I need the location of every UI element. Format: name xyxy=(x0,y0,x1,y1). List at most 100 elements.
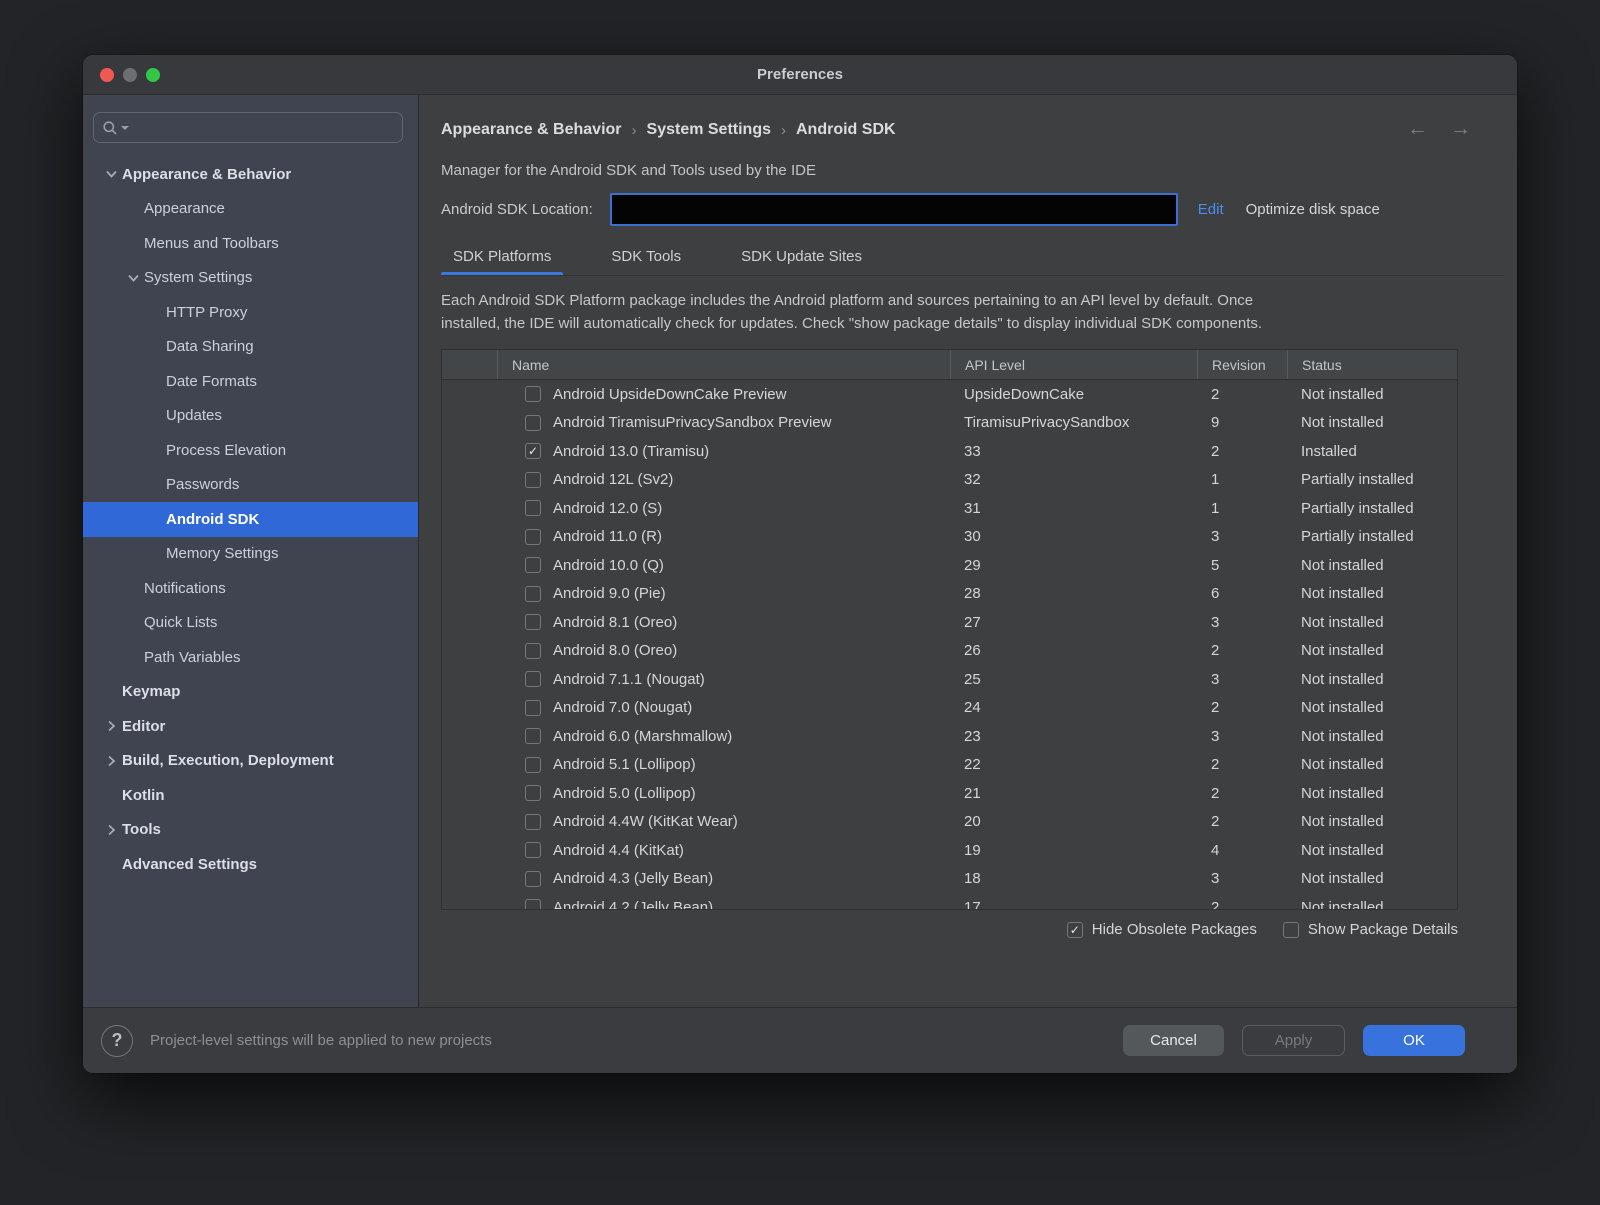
column-header-api-level[interactable]: API Level xyxy=(950,350,1197,379)
package-api-level: 31 xyxy=(950,500,1197,517)
option-show-package-details[interactable]: Show Package Details xyxy=(1283,921,1458,938)
package-checkbox[interactable] xyxy=(525,842,541,858)
tab-sdk-platforms[interactable]: SDK Platforms xyxy=(441,242,563,275)
table-row[interactable]: Android 6.0 (Marshmallow) 23 3 Not insta… xyxy=(442,722,1457,751)
sidebar-item-kotlin[interactable]: Kotlin xyxy=(83,778,418,813)
sidebar-item-passwords[interactable]: Passwords xyxy=(83,468,418,503)
table-row[interactable]: Android 4.4 (KitKat) 19 4 Not installed xyxy=(442,836,1457,865)
table-row[interactable]: Android 7.0 (Nougat) 24 2 Not installed xyxy=(442,694,1457,723)
package-checkbox[interactable] xyxy=(525,899,541,910)
table-row[interactable]: Android 11.0 (R) 30 3 Partially installe… xyxy=(442,523,1457,552)
tab-sdk-tools[interactable]: SDK Tools xyxy=(599,242,693,275)
package-checkbox[interactable] xyxy=(525,785,541,801)
sidebar-item-android-sdk[interactable]: Android SDK xyxy=(83,502,418,537)
package-checkbox[interactable] xyxy=(525,871,541,887)
sidebar-item-advanced-settings[interactable]: Advanced Settings xyxy=(83,847,418,882)
package-checkbox[interactable] xyxy=(525,614,541,630)
breadcrumb-item-appearance-behavior[interactable]: Appearance & Behavior xyxy=(441,121,622,139)
sidebar-item-keymap[interactable]: Keymap xyxy=(83,675,418,710)
search-options-caret-icon[interactable] xyxy=(121,126,129,130)
sidebar-item-appearance-behavior[interactable]: Appearance & Behavior xyxy=(83,157,418,192)
table-row[interactable]: Android 4.4W (KitKat Wear) 20 2 Not inst… xyxy=(442,808,1457,837)
package-checkbox[interactable] xyxy=(525,500,541,516)
edit-link[interactable]: Edit xyxy=(1198,201,1224,218)
sidebar-item-editor[interactable]: Editor xyxy=(83,709,418,744)
package-checkbox[interactable] xyxy=(525,586,541,602)
sidebar-item-tools[interactable]: Tools xyxy=(83,813,418,848)
sidebar-item-process-elevation[interactable]: Process Elevation xyxy=(83,433,418,468)
package-checkbox[interactable] xyxy=(525,529,541,545)
chevron-down-icon[interactable] xyxy=(100,168,122,180)
table-row[interactable]: Android 5.1 (Lollipop) 22 2 Not installe… xyxy=(442,751,1457,780)
package-checkbox[interactable] xyxy=(525,443,541,459)
table-row[interactable]: Android 8.0 (Oreo) 26 2 Not installed xyxy=(442,637,1457,666)
tab-sdk-update-sites[interactable]: SDK Update Sites xyxy=(729,242,874,275)
table-row[interactable]: Android 5.0 (Lollipop) 21 2 Not installe… xyxy=(442,779,1457,808)
chevron-right-icon[interactable] xyxy=(100,720,122,732)
close-window-button[interactable] xyxy=(100,68,114,82)
sidebar-item-http-proxy[interactable]: HTTP Proxy xyxy=(83,295,418,330)
preferences-dialog: Preferences Appearance & Behavior Appear… xyxy=(83,55,1517,1073)
sidebar-item-label: Appearance & Behavior xyxy=(122,166,291,183)
package-checkbox[interactable] xyxy=(525,472,541,488)
sidebar-item-build-execution-deployment[interactable]: Build, Execution, Deployment xyxy=(83,744,418,779)
table-row[interactable]: Android 8.1 (Oreo) 27 3 Not installed xyxy=(442,608,1457,637)
table-row[interactable]: Android 7.1.1 (Nougat) 25 3 Not installe… xyxy=(442,665,1457,694)
sidebar-item-updates[interactable]: Updates xyxy=(83,399,418,434)
search-input[interactable] xyxy=(131,120,394,136)
package-checkbox[interactable] xyxy=(525,557,541,573)
column-header-name[interactable]: Name xyxy=(497,350,950,379)
sidebar-item-appearance[interactable]: Appearance xyxy=(83,192,418,227)
apply-button[interactable]: Apply xyxy=(1242,1025,1345,1056)
zoom-window-button[interactable] xyxy=(146,68,160,82)
forward-arrow-icon[interactable]: → xyxy=(1450,119,1471,139)
table-row[interactable]: Android 9.0 (Pie) 28 6 Not installed xyxy=(442,580,1457,609)
chevron-right-icon[interactable] xyxy=(100,755,122,767)
package-checkbox[interactable] xyxy=(525,386,541,402)
title-bar[interactable]: Preferences xyxy=(83,55,1517,95)
table-row[interactable]: Android 12L (Sv2) 32 1 Partially install… xyxy=(442,466,1457,495)
option-checkbox[interactable] xyxy=(1283,922,1299,938)
column-header-status[interactable]: Status xyxy=(1287,350,1457,379)
table-row[interactable]: Android TiramisuPrivacySandbox Preview T… xyxy=(442,409,1457,438)
back-arrow-icon[interactable]: ← xyxy=(1407,119,1428,139)
ok-button[interactable]: OK xyxy=(1363,1025,1465,1056)
sdk-location-input[interactable] xyxy=(610,193,1178,226)
package-checkbox[interactable] xyxy=(525,643,541,659)
package-checkbox[interactable] xyxy=(525,757,541,773)
sidebar-item-quick-lists[interactable]: Quick Lists xyxy=(83,606,418,641)
breadcrumb-item-android-sdk[interactable]: Android SDK xyxy=(796,121,896,139)
chevron-right-icon[interactable] xyxy=(100,824,122,836)
chevron-down-icon[interactable] xyxy=(122,272,144,284)
sdk-tabs: SDK Platforms SDK Tools SDK Update Sites xyxy=(441,242,1504,276)
package-checkbox[interactable] xyxy=(525,700,541,716)
sidebar-item-system-settings[interactable]: System Settings xyxy=(83,261,418,296)
table-row[interactable]: Android 4.2 (Jelly Bean) 17 2 Not instal… xyxy=(442,893,1457,910)
settings-search-field[interactable] xyxy=(93,112,403,143)
option-hide-obsolete-packages[interactable]: Hide Obsolete Packages xyxy=(1067,921,1257,938)
package-checkbox[interactable] xyxy=(525,814,541,830)
table-row[interactable]: Android UpsideDownCake Preview UpsideDow… xyxy=(442,380,1457,409)
column-header-revision[interactable]: Revision xyxy=(1197,350,1287,379)
table-row[interactable]: Android 12.0 (S) 31 1 Partially installe… xyxy=(442,494,1457,523)
table-row[interactable]: Android 4.3 (Jelly Bean) 18 3 Not instal… xyxy=(442,865,1457,894)
table-row[interactable]: Android 13.0 (Tiramisu) 33 2 Installed xyxy=(442,437,1457,466)
help-icon[interactable]: ? xyxy=(101,1025,133,1057)
option-checkbox[interactable] xyxy=(1067,922,1083,938)
sidebar-item-notifications[interactable]: Notifications xyxy=(83,571,418,606)
footer-status-text: Project-level settings will be applied t… xyxy=(150,1032,1105,1049)
sidebar-item-memory-settings[interactable]: Memory Settings xyxy=(83,537,418,572)
sidebar-item-path-variables[interactable]: Path Variables xyxy=(83,640,418,675)
sidebar-item-menus-and-toolbars[interactable]: Menus and Toolbars xyxy=(83,226,418,261)
history-nav: ← → xyxy=(1407,119,1471,139)
breadcrumb-item-system-settings[interactable]: System Settings xyxy=(647,121,771,139)
table-row[interactable]: Android 10.0 (Q) 29 5 Not installed xyxy=(442,551,1457,580)
sidebar-item-date-formats[interactable]: Date Formats xyxy=(83,364,418,399)
optimize-disk-space-link[interactable]: Optimize disk space xyxy=(1246,201,1380,218)
sidebar-item-data-sharing[interactable]: Data Sharing xyxy=(83,330,418,365)
package-checkbox[interactable] xyxy=(525,415,541,431)
package-checkbox[interactable] xyxy=(525,671,541,687)
package-checkbox[interactable] xyxy=(525,728,541,744)
package-name: Android 13.0 (Tiramisu) xyxy=(553,443,709,460)
cancel-button[interactable]: Cancel xyxy=(1123,1025,1224,1056)
